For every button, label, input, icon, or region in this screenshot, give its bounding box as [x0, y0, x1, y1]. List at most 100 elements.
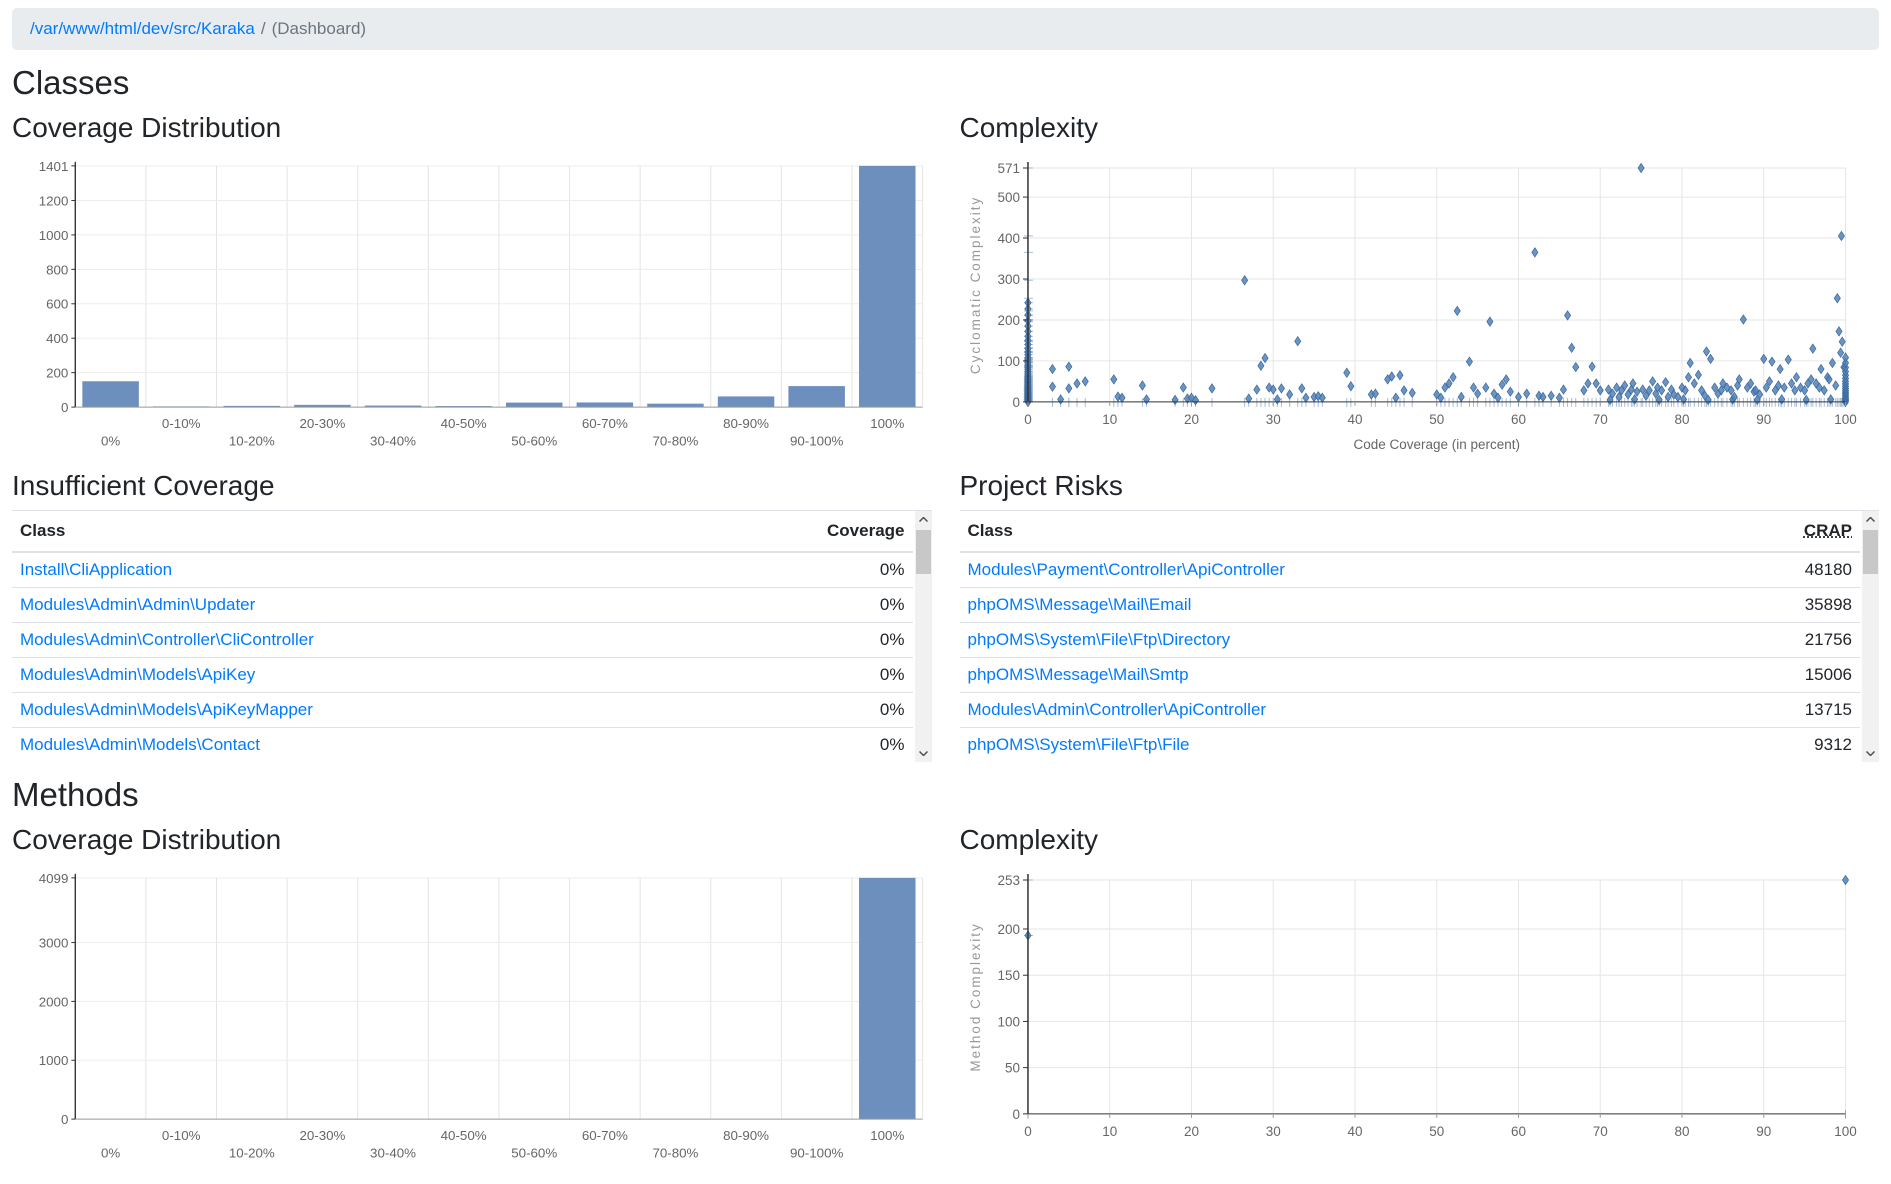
svg-text:70-80%: 70-80%	[652, 1145, 698, 1160]
class-link[interactable]: Modules\Admin\Models\Contact	[20, 735, 260, 754]
svg-text:500: 500	[997, 190, 1020, 205]
svg-text:20-30%: 20-30%	[299, 1128, 345, 1143]
svg-text:10-20%: 10-20%	[229, 434, 275, 449]
svg-text:0: 0	[1024, 1124, 1031, 1139]
classes-complexity-svg: 5715004003002001000010203040506070809010…	[960, 154, 1880, 464]
row-value: 0%	[704, 692, 913, 727]
row-value: 48180	[1715, 552, 1860, 588]
breadcrumb-separator: /	[255, 19, 272, 38]
table-scrollbar[interactable]	[915, 511, 932, 762]
svg-text:253: 253	[997, 873, 1020, 888]
class-link[interactable]: phpOMS\Message\Mail\Email	[968, 595, 1192, 614]
svg-text:0-10%: 0-10%	[162, 416, 201, 431]
class-link[interactable]: Modules\Payment\Controller\ApiController	[968, 560, 1285, 579]
methods-complexity-chart: 2532001501005000102030405060708090100Met…	[960, 866, 1880, 1176]
breadcrumb-path-link[interactable]: /var/www/html/dev/src/Karaka	[30, 19, 255, 38]
svg-text:1000: 1000	[39, 1053, 69, 1068]
dashboard-page: /var/www/html/dev/src/Karaka/(Dashboard)…	[0, 0, 1891, 1184]
table-scrollbar[interactable]	[1862, 511, 1879, 762]
class-link[interactable]: phpOMS\System\File\Ftp\File	[968, 735, 1190, 754]
class-link[interactable]: Modules\Admin\Models\ApiKey	[20, 665, 255, 684]
svg-text:3000: 3000	[39, 935, 69, 950]
scrollbar-thumb[interactable]	[916, 530, 931, 574]
breadcrumb-current: (Dashboard)	[272, 19, 367, 38]
svg-text:0: 0	[61, 400, 68, 415]
table-row: Modules\Admin\Controller\ApiController 1…	[960, 692, 1861, 727]
table-row: Modules\Admin\Models\Contact 0%	[12, 727, 913, 762]
svg-text:400: 400	[46, 331, 68, 346]
classes-coverage-chart: 14011200100080060040020000%0-10%10-20%20…	[12, 154, 932, 453]
classes-heading: Classes	[12, 64, 1879, 102]
svg-text:30: 30	[1265, 1124, 1280, 1139]
table-row: Modules\Admin\Models\ApiKeyMapper 0%	[12, 692, 913, 727]
class-link[interactable]: Install\CliApplication	[20, 560, 172, 579]
row-value: 13715	[1715, 692, 1860, 727]
insufficient-coverage-pane: Class Coverage Install\CliApplication 0%…	[12, 510, 932, 762]
row-value: 0%	[704, 587, 913, 622]
svg-text:4099: 4099	[39, 871, 69, 886]
classes-coverage-svg: 14011200100080060040020000%0-10%10-20%20…	[12, 154, 932, 453]
scroll-down-button[interactable]	[1862, 745, 1879, 762]
project-risks-title: Project Risks	[960, 470, 1880, 502]
svg-text:100: 100	[1834, 1124, 1857, 1139]
scroll-up-button[interactable]	[1862, 511, 1879, 528]
methods-complexity-svg: 2532001501005000102030405060708090100Met…	[960, 866, 1880, 1176]
row-value: 0%	[704, 657, 913, 692]
table-row: phpOMS\System\File\Ftp\File 9312	[960, 727, 1861, 762]
svg-text:0: 0	[1012, 395, 1020, 410]
row-value: 0%	[704, 727, 913, 762]
table-row: phpOMS\Message\Mail\Email 35898	[960, 587, 1861, 622]
svg-text:100: 100	[1834, 412, 1857, 427]
classes-complexity-chart: 5715004003002001000010203040506070809010…	[960, 154, 1880, 464]
svg-text:90: 90	[1756, 412, 1771, 427]
svg-text:40: 40	[1347, 1124, 1362, 1139]
svg-text:100: 100	[997, 354, 1020, 369]
class-link[interactable]: Modules\Admin\Controller\ApiController	[968, 700, 1267, 719]
svg-text:200: 200	[997, 313, 1020, 328]
svg-text:400: 400	[997, 231, 1020, 246]
methods-coverage-panel: Coverage Distribution 409930002000100000…	[12, 818, 932, 1176]
classes-tables-row: Insufficient Coverage Class Coverage Ins…	[12, 464, 1879, 766]
row-value: 0%	[704, 622, 913, 657]
svg-text:80: 80	[1674, 1124, 1689, 1139]
row-value: 21756	[1715, 622, 1860, 657]
methods-coverage-svg: 409930002000100000%0-10%10-20%20-30%30-4…	[12, 866, 932, 1165]
class-link[interactable]: Modules\Admin\Models\ApiKeyMapper	[20, 700, 313, 719]
scroll-down-button[interactable]	[915, 745, 932, 762]
svg-text:50-60%: 50-60%	[511, 1145, 557, 1160]
svg-text:800: 800	[46, 262, 68, 277]
svg-text:100: 100	[997, 1014, 1020, 1029]
class-link[interactable]: Modules\Admin\Admin\Updater	[20, 595, 255, 614]
classes-complexity-panel: Complexity 57150040030020010000102030405…	[960, 106, 1880, 464]
svg-text:10: 10	[1102, 1124, 1117, 1139]
y-axis-label: Cyclomatic Complexity	[967, 196, 982, 374]
svg-text:60: 60	[1510, 412, 1525, 427]
svg-text:2000: 2000	[39, 994, 69, 1009]
svg-text:0-10%: 0-10%	[162, 1128, 201, 1143]
col-header-class: Class	[12, 511, 704, 552]
svg-text:50: 50	[1429, 412, 1444, 427]
classes-coverage-panel: Coverage Distribution 140112001000800600…	[12, 106, 932, 464]
x-axis-label: Code Coverage (in percent)	[1353, 437, 1519, 452]
svg-text:60-70%: 60-70%	[582, 1128, 628, 1143]
svg-text:1000: 1000	[39, 228, 69, 243]
svg-text:0%: 0%	[101, 1145, 120, 1160]
table-row: phpOMS\Message\Mail\Smtp 15006	[960, 657, 1861, 692]
methods-complexity-title: Complexity	[960, 824, 1880, 856]
svg-text:300: 300	[997, 272, 1020, 287]
svg-text:40: 40	[1347, 412, 1362, 427]
svg-text:20: 20	[1183, 412, 1198, 427]
scrollbar-thumb[interactable]	[1863, 530, 1878, 574]
class-link[interactable]: phpOMS\Message\Mail\Smtp	[968, 665, 1189, 684]
svg-text:70: 70	[1592, 1124, 1607, 1139]
project-risks-table: Class CRAP Modules\Payment\Controller\Ap…	[960, 511, 1861, 762]
svg-text:80-90%: 80-90%	[723, 416, 769, 431]
class-link[interactable]: phpOMS\System\File\Ftp\Directory	[968, 630, 1231, 649]
svg-text:100%: 100%	[870, 1128, 904, 1143]
class-link[interactable]: Modules\Admin\Controller\CliController	[20, 630, 314, 649]
svg-text:90-100%: 90-100%	[790, 434, 844, 449]
scroll-up-button[interactable]	[915, 511, 932, 528]
table-row: Install\CliApplication 0%	[12, 552, 913, 588]
svg-text:0%: 0%	[101, 434, 120, 449]
svg-text:30-40%: 30-40%	[370, 1145, 416, 1160]
